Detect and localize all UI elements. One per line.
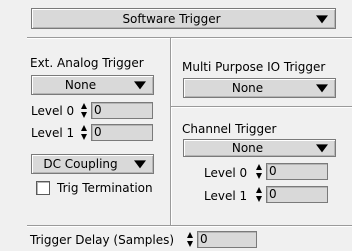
bottom-divider — [27, 225, 352, 227]
dropdown-arrow-icon — [134, 81, 146, 90]
dropdown-arrow-icon — [316, 14, 328, 23]
ext-level1-label: Level 1 — [31, 126, 75, 140]
multi-purpose-io-title: Multi Purpose IO Trigger — [182, 60, 326, 74]
increment-decrement-icon[interactable] — [186, 232, 195, 247]
channel-level0-label: Level 0 — [204, 166, 248, 180]
channel-level1-input[interactable]: 0 — [266, 186, 328, 203]
channel-trigger-value: None — [231, 141, 264, 155]
ext-analog-source-value: None — [64, 78, 97, 92]
dropdown-arrow-icon — [316, 84, 328, 93]
multi-purpose-io-value: None — [231, 81, 264, 95]
ext-level0-label: Level 0 — [31, 104, 75, 118]
trigger-delay-control[interactable]: 0 — [186, 231, 257, 248]
trigger-delay-input[interactable]: 0 — [197, 231, 257, 248]
dropdown-arrow-icon — [134, 160, 146, 169]
channel-trigger-title: Channel Trigger — [182, 122, 277, 136]
channel-level0-input[interactable]: 0 — [266, 163, 328, 180]
vertical-divider — [170, 38, 172, 226]
multi-purpose-io-dropdown[interactable]: None — [183, 78, 336, 98]
increment-decrement-icon[interactable] — [255, 164, 264, 179]
channel-level1-control[interactable]: 0 — [255, 186, 328, 203]
ext-level1-input[interactable]: 0 — [91, 124, 153, 141]
top-divider — [27, 37, 352, 39]
increment-decrement-icon[interactable] — [80, 103, 89, 118]
ext-level0-control[interactable]: 0 — [80, 102, 153, 119]
right-divider — [171, 106, 352, 108]
channel-level0-control[interactable]: 0 — [255, 163, 328, 180]
trig-termination-label: Trig Termination — [57, 181, 153, 195]
dropdown-arrow-icon — [316, 144, 328, 153]
channel-level1-label: Level 1 — [204, 189, 248, 203]
trigger-settings-panel: Software Trigger Ext. Analog Trigger Non… — [0, 0, 352, 251]
software-trigger-label: Software Trigger — [122, 11, 221, 26]
channel-trigger-dropdown[interactable]: None — [183, 139, 336, 157]
increment-decrement-icon[interactable] — [80, 125, 89, 140]
software-trigger-dropdown[interactable]: Software Trigger — [31, 8, 336, 29]
trigger-delay-label: Trigger Delay (Samples) — [30, 233, 175, 247]
coupling-value: DC Coupling — [43, 157, 118, 171]
ext-level0-input[interactable]: 0 — [91, 102, 153, 119]
ext-analog-source-dropdown[interactable]: None — [31, 75, 154, 95]
ext-analog-trigger-title: Ext. Analog Trigger — [30, 56, 144, 70]
coupling-dropdown[interactable]: DC Coupling — [31, 154, 154, 174]
increment-decrement-icon[interactable] — [255, 187, 264, 202]
ext-level1-control[interactable]: 0 — [80, 124, 153, 141]
trig-termination-checkbox[interactable] — [36, 181, 50, 195]
